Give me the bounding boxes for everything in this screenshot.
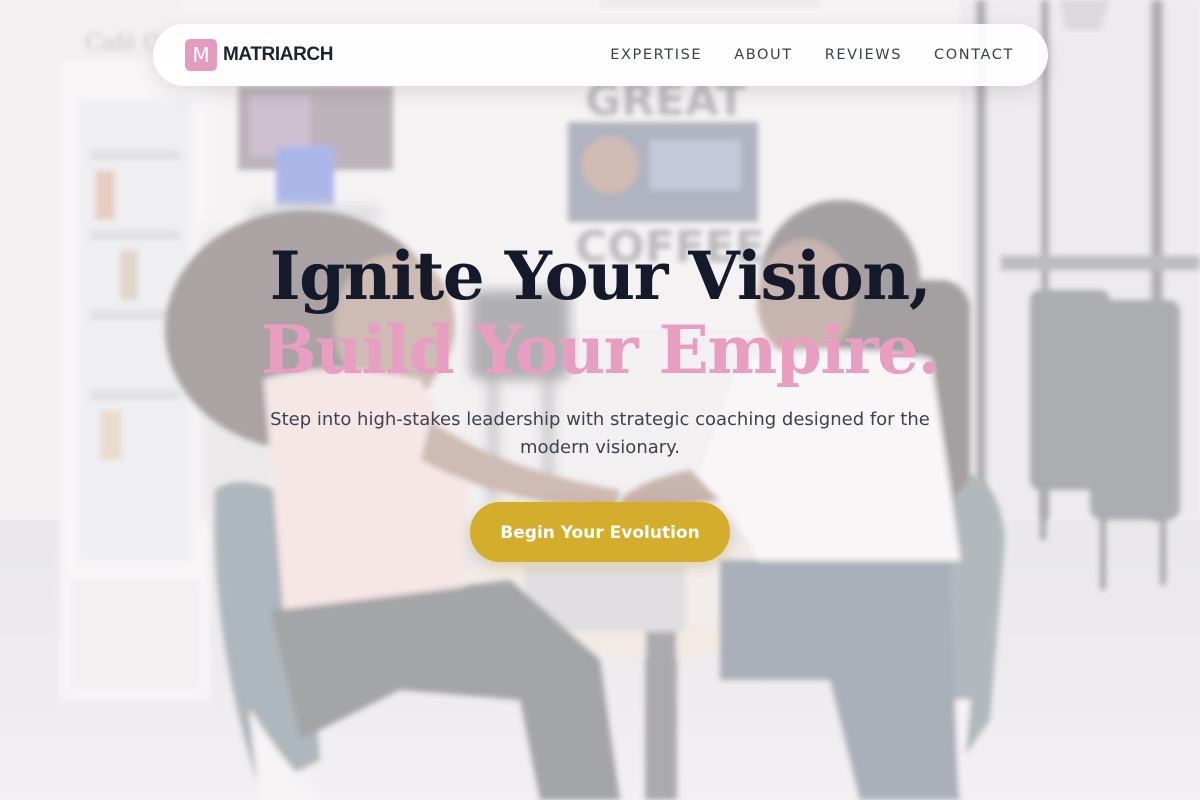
begin-evolution-button[interactable]: Begin Your Evolution — [470, 502, 730, 562]
brand-name: MATRIARCH — [223, 44, 334, 65]
brand-logo[interactable]: M MATRIARCH — [185, 39, 333, 71]
nav-links: EXPERTISE ABOUT REVIEWS CONTACT — [578, 24, 1014, 86]
top-navbar: M MATRIARCH EXPERTISE ABOUT REVIEWS CONT… — [153, 24, 1048, 86]
hero-headline-line1: Ignite Your Vision, — [269, 237, 932, 315]
hero-subtitle: Step into high-stakes leadership with st… — [270, 409, 930, 458]
nav-link-contact[interactable]: CONTACT — [934, 47, 1014, 63]
hero-overlay — [0, 0, 1200, 800]
nav-link-expertise[interactable]: EXPERTISE — [610, 47, 702, 63]
brand-mark-icon: M — [185, 39, 217, 71]
nav-link-about[interactable]: ABOUT — [734, 47, 793, 63]
nav-link-reviews[interactable]: REVIEWS — [825, 47, 902, 63]
hero-headline-line2: Build Your Empire. — [260, 311, 941, 389]
